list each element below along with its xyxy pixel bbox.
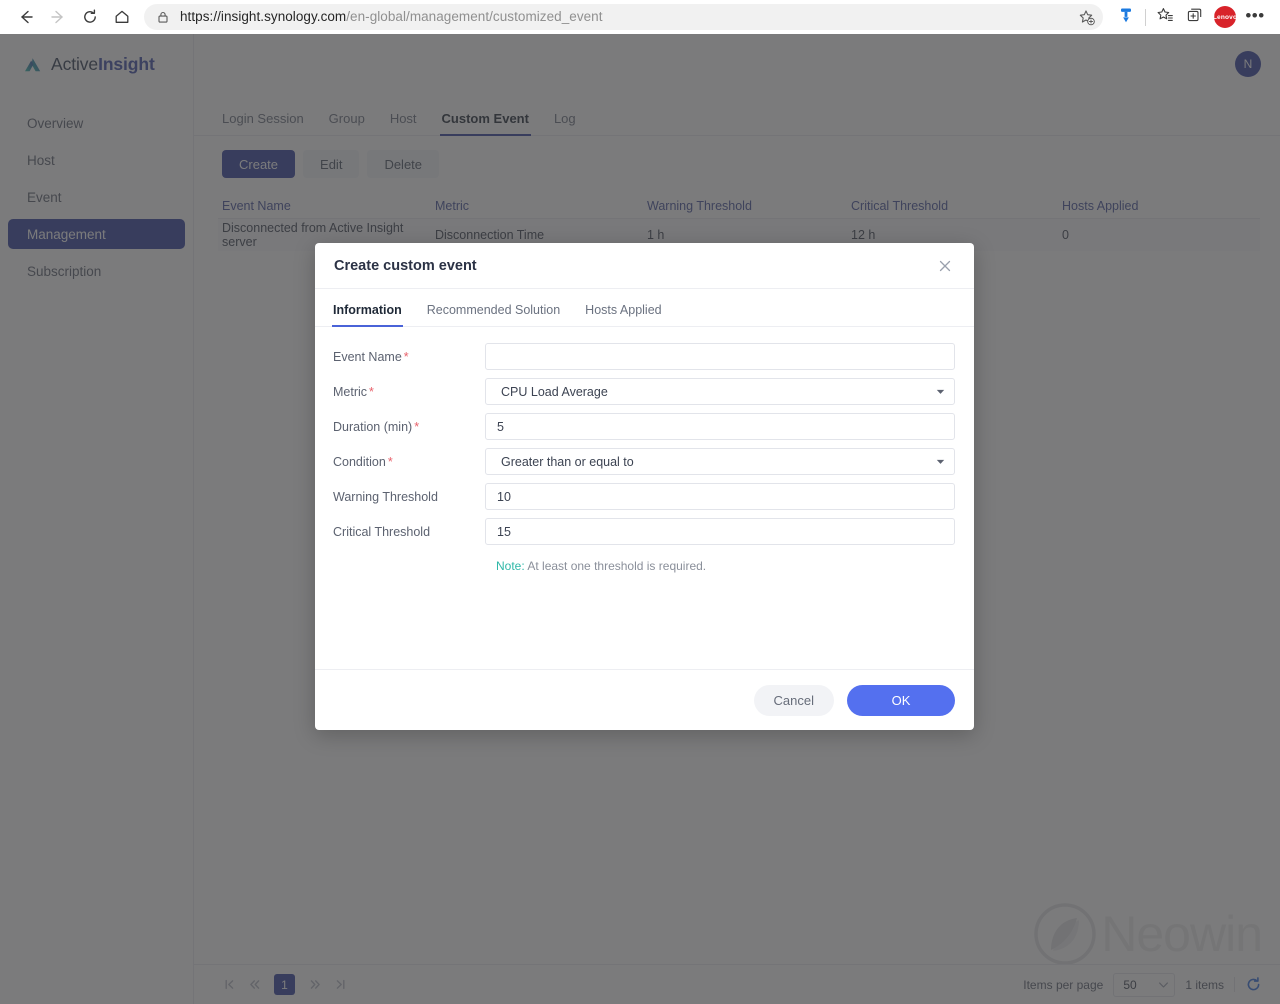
field-value: CPU Load Average — [501, 384, 608, 399]
label-duration: Duration (min) * — [332, 420, 485, 434]
note-tag: Note: — [496, 559, 525, 573]
field-row-metric: Metric * CPU Load Average — [332, 378, 955, 405]
dialog-body: Event Name * Metric * CPU Load Average Dur… — [315, 327, 974, 669]
dialog-tab-label: Hosts Applied — [585, 303, 662, 317]
metric-select[interactable]: CPU Load Average — [485, 378, 955, 405]
url-path: /en-global/management/customized_event — [346, 9, 603, 24]
dialog-tab-recommended-solution[interactable]: Recommended Solution — [427, 303, 560, 326]
event-name-input[interactable] — [485, 343, 955, 370]
ok-button[interactable]: OK — [847, 684, 955, 716]
home-button[interactable] — [106, 1, 138, 33]
reload-button[interactable] — [74, 1, 106, 33]
dialog-footer: Cancel OK — [315, 669, 974, 730]
field-row-event-name: Event Name * — [332, 343, 955, 370]
duration-input[interactable]: 5 — [485, 413, 955, 440]
extension-button[interactable] — [1111, 2, 1141, 32]
label-warning-threshold: Warning Threshold — [333, 489, 438, 504]
dialog-header: Create custom event — [315, 243, 974, 289]
field-value: 10 — [497, 489, 511, 504]
dialog-title: Create custom event — [334, 257, 477, 274]
condition-select[interactable]: Greater than or equal to — [485, 448, 955, 475]
toolbar-divider — [1145, 8, 1146, 26]
dialog-tabs: Information Recommended Solution Hosts A… — [315, 289, 974, 327]
profile-button[interactable]: Lenovo — [1210, 2, 1240, 32]
extension-icon — [1117, 6, 1135, 29]
note-text: At least one threshold is required. — [524, 559, 707, 573]
tab-collections-icon — [1186, 6, 1204, 29]
url-domain: https://insight.synology.com — [180, 9, 347, 24]
forward-button[interactable] — [42, 1, 74, 33]
collections-button[interactable] — [1180, 2, 1210, 32]
dialog-tab-label: Recommended Solution — [426, 303, 561, 317]
label-critical-threshold: Critical Threshold — [333, 524, 431, 539]
required-marker: * — [414, 419, 420, 434]
field-label-text: Duration (min) — [333, 419, 413, 434]
field-label-text: Event Name — [333, 349, 402, 364]
required-marker: * — [369, 384, 374, 399]
dialog-tab-information[interactable]: Information — [332, 303, 403, 327]
critical-threshold-input[interactable]: 15 — [485, 518, 955, 545]
back-button[interactable] — [10, 1, 42, 33]
threshold-note: Note: At least one threshold is required… — [485, 559, 955, 573]
browser-settings-button[interactable]: ••• — [1240, 2, 1270, 32]
chevron-down-icon — [936, 389, 945, 395]
more-options-icon: ••• — [1245, 5, 1265, 25]
lock-icon — [156, 10, 170, 24]
field-label-text: Condition — [333, 454, 386, 469]
create-custom-event-dialog: Create custom event Information Recommen… — [315, 243, 974, 730]
label-condition: Condition * — [332, 455, 485, 469]
favorites-list-icon — [1156, 6, 1174, 29]
required-marker: * — [403, 349, 409, 364]
field-label-text: Metric — [333, 384, 368, 399]
dialog-tab-hosts-applied[interactable]: Hosts Applied — [585, 303, 661, 326]
address-bar[interactable]: https://insight.synology.com/en-global/m… — [144, 4, 1103, 30]
close-icon[interactable] — [935, 256, 955, 276]
forward-arrow-icon — [49, 8, 67, 26]
field-row-warning-threshold: Warning Threshold 10 — [332, 483, 955, 510]
favorites-button[interactable] — [1150, 2, 1180, 32]
browser-toolbar: https://insight.synology.com/en-global/m… — [0, 0, 1280, 34]
label-metric: Metric * — [332, 385, 485, 399]
home-icon — [113, 8, 131, 26]
warning-threshold-input[interactable]: 10 — [485, 483, 955, 510]
add-favorite-star-icon[interactable] — [1078, 9, 1095, 26]
back-arrow-icon — [17, 8, 35, 26]
label-event-name: Event Name * — [332, 350, 485, 364]
required-marker: * — [387, 454, 393, 469]
field-value: Greater than or equal to — [501, 454, 634, 469]
url-text: https://insight.synology.com/en-global/m… — [180, 4, 1072, 30]
field-row-condition: Condition * Greater than or equal to — [332, 448, 955, 475]
profile-avatar: Lenovo — [1213, 6, 1237, 28]
field-row-critical-threshold: Critical Threshold 15 — [332, 518, 955, 545]
cancel-button[interactable]: Cancel — [753, 684, 834, 716]
field-value: 15 — [497, 524, 511, 539]
reload-icon — [81, 8, 99, 26]
field-row-duration: Duration (min) * 5 — [332, 413, 955, 440]
field-value: 5 — [497, 419, 504, 434]
dialog-tab-label: Information — [333, 303, 402, 317]
chevron-down-icon — [936, 459, 945, 465]
